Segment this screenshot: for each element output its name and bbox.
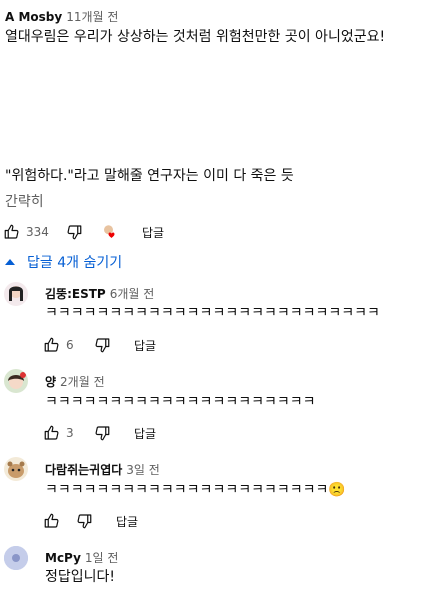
reply-actions: 6 답글: [40, 333, 156, 357]
comment-actions: 334 답글: [0, 220, 164, 244]
comment-text-line2: "위험하다."라고 말해줄 연구자는 이미 다 죽은 듯: [5, 168, 294, 184]
avatar[interactable]: [4, 457, 28, 481]
comment-header: A Mosby 11개월 전: [5, 6, 118, 25]
dislike-icon[interactable]: [72, 509, 96, 533]
reply-author[interactable]: 다람쥐는귀엽다: [45, 463, 122, 477]
reply-button[interactable]: 답글: [142, 224, 164, 241]
reply-text-content: ㅋㅋㅋㅋㅋㅋㅋㅋㅋㅋㅋㅋㅋㅋㅋㅋㅋㅋㅋㅋㅋㅋ: [45, 482, 329, 498]
comment-text-line1: 열대우림은 우리가 상상하는 것처럼 위험천만한 곳이 아니었군요!: [5, 29, 386, 45]
reply-time[interactable]: 2개월 전: [60, 375, 105, 389]
avatar[interactable]: [4, 369, 28, 393]
like-icon[interactable]: [40, 509, 64, 533]
reply-header: 다람쥐는귀엽다 3일 전: [45, 459, 160, 478]
reply-time[interactable]: 6개월 전: [110, 287, 155, 301]
reply-actions: 3 답글: [40, 421, 156, 445]
reply-button[interactable]: 답글: [116, 513, 138, 530]
reply-header: 양 2개월 전: [45, 371, 105, 390]
reply-time[interactable]: 3일 전: [126, 463, 160, 477]
like-count: 3: [66, 426, 74, 440]
creator-heart-icon: [98, 220, 122, 244]
like-icon[interactable]: [0, 220, 24, 244]
reply-button[interactable]: 답글: [134, 425, 156, 442]
reply-text: ㅋㅋㅋㅋㅋㅋㅋㅋㅋㅋㅋㅋㅋㅋㅋㅋㅋㅋㅋㅋㅋㅋㅋㅋㅋㅋ: [45, 305, 380, 321]
emoji: 🙁: [328, 482, 346, 498]
reply-button[interactable]: 답글: [134, 337, 156, 354]
avatar[interactable]: [4, 546, 28, 570]
reply-header: 김뚱:ESTP 6개월 전: [45, 283, 154, 302]
show-less-button[interactable]: 간략히: [5, 191, 44, 211]
reply-author[interactable]: 양: [45, 375, 56, 389]
chevron-up-icon: [5, 259, 15, 265]
dislike-icon[interactable]: [62, 220, 86, 244]
reply-text: ㅋㅋㅋㅋㅋㅋㅋㅋㅋㅋㅋㅋㅋㅋㅋㅋㅋㅋㅋㅋㅋ: [45, 394, 316, 410]
like-count: 6: [66, 338, 74, 352]
like-icon[interactable]: [40, 421, 64, 445]
like-count: 334: [26, 225, 49, 239]
dislike-icon[interactable]: [90, 421, 114, 445]
reply-header: McPy 1일 전: [45, 547, 118, 566]
dislike-icon[interactable]: [90, 333, 114, 357]
comment-time[interactable]: 11개월 전: [66, 10, 118, 24]
reply-time[interactable]: 1일 전: [85, 551, 119, 565]
reply-text: ㅋㅋㅋㅋㅋㅋㅋㅋㅋㅋㅋㅋㅋㅋㅋㅋㅋㅋㅋㅋㅋㅋ🙁: [45, 480, 346, 500]
reply-text: 정답입니다!: [45, 569, 116, 585]
reply-author[interactable]: McPy: [45, 551, 81, 565]
hide-replies-label: 답글 4개 숨기기: [27, 255, 123, 271]
like-icon[interactable]: [40, 333, 64, 357]
hide-replies-button[interactable]: 답글 4개 숨기기: [5, 252, 122, 272]
comment-author[interactable]: A Mosby: [5, 10, 62, 24]
reply-actions: 답글: [40, 509, 138, 533]
reply-author[interactable]: 김뚱:ESTP: [45, 287, 106, 301]
avatar[interactable]: [4, 282, 28, 306]
